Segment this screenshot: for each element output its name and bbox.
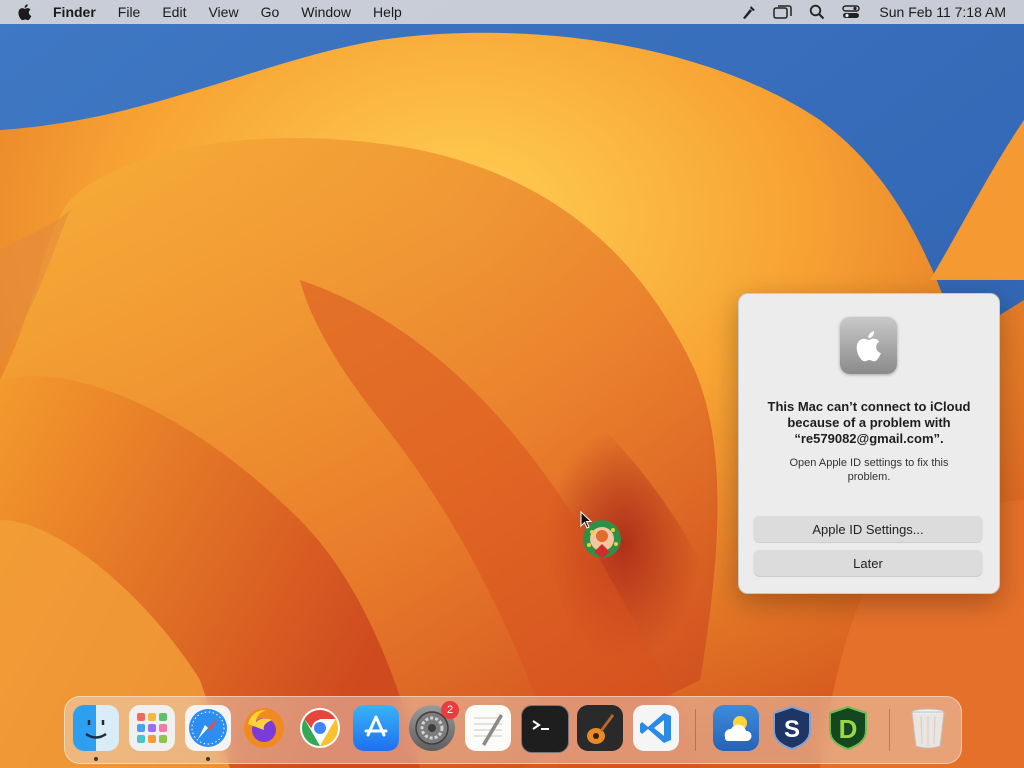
system-settings-badge: 2 (441, 701, 459, 719)
menu-file[interactable]: File (118, 4, 141, 20)
mouse-cursor-icon (580, 510, 593, 534)
svg-text:S: S (784, 716, 800, 743)
menu-bar-clock[interactable]: Sun Feb 11 7:18 AM (879, 4, 1006, 20)
dock-weather-icon[interactable] (713, 705, 759, 751)
dock-vscode-icon[interactable] (633, 705, 679, 751)
dock-textedit-icon[interactable] (465, 705, 511, 751)
dock-app-store-icon[interactable] (353, 705, 399, 751)
later-button[interactable]: Later (754, 550, 982, 576)
menu-bar: Finder File Edit View Go Window Help Sun… (0, 0, 1024, 24)
dialog-title: This Mac can’t connect to iCloud because… (767, 399, 971, 446)
dock: 2 S D (64, 696, 962, 764)
menu-help[interactable]: Help (373, 4, 402, 20)
screen-mirroring-icon[interactable] (773, 2, 793, 22)
dock-scrivener-icon[interactable]: S (769, 705, 815, 751)
menu-app-name[interactable]: Finder (53, 4, 96, 20)
dock-separator (695, 709, 696, 751)
dock-firefox-icon[interactable] (241, 705, 287, 751)
menu-view[interactable]: View (208, 4, 238, 20)
control-center-icon[interactable] (841, 2, 861, 22)
dock-trash-icon[interactable] (905, 705, 951, 751)
pen-tool-icon[interactable] (739, 2, 759, 22)
menu-go[interactable]: Go (261, 4, 280, 20)
finder-running-indicator (94, 757, 98, 761)
system-settings-apple-icon (840, 317, 897, 374)
menu-edit[interactable]: Edit (162, 4, 186, 20)
dock-chrome-icon[interactable] (297, 705, 343, 751)
dock-devonthink-icon[interactable]: D (825, 705, 871, 751)
dock-launchpad-icon[interactable] (129, 705, 175, 751)
dock-separator (889, 709, 890, 751)
dock-terminal-icon[interactable] (521, 705, 569, 753)
apple-id-settings-button[interactable]: Apple ID Settings... (754, 516, 982, 542)
safari-running-indicator (206, 757, 210, 761)
dialog-message: Open Apple ID settings to fix this probl… (789, 457, 949, 483)
spotlight-search-icon[interactable] (807, 2, 827, 22)
dock-safari-icon[interactable] (185, 705, 231, 751)
dock-garageband-icon[interactable] (577, 705, 623, 751)
dock-finder-icon[interactable] (73, 705, 119, 751)
icloud-alert-dialog: This Mac can’t connect to iCloud because… (738, 293, 1000, 594)
dock-system-settings-icon[interactable]: 2 (409, 701, 459, 751)
svg-text:D: D (839, 714, 858, 744)
menu-window[interactable]: Window (301, 4, 351, 20)
apple-menu-icon[interactable] (17, 3, 37, 21)
